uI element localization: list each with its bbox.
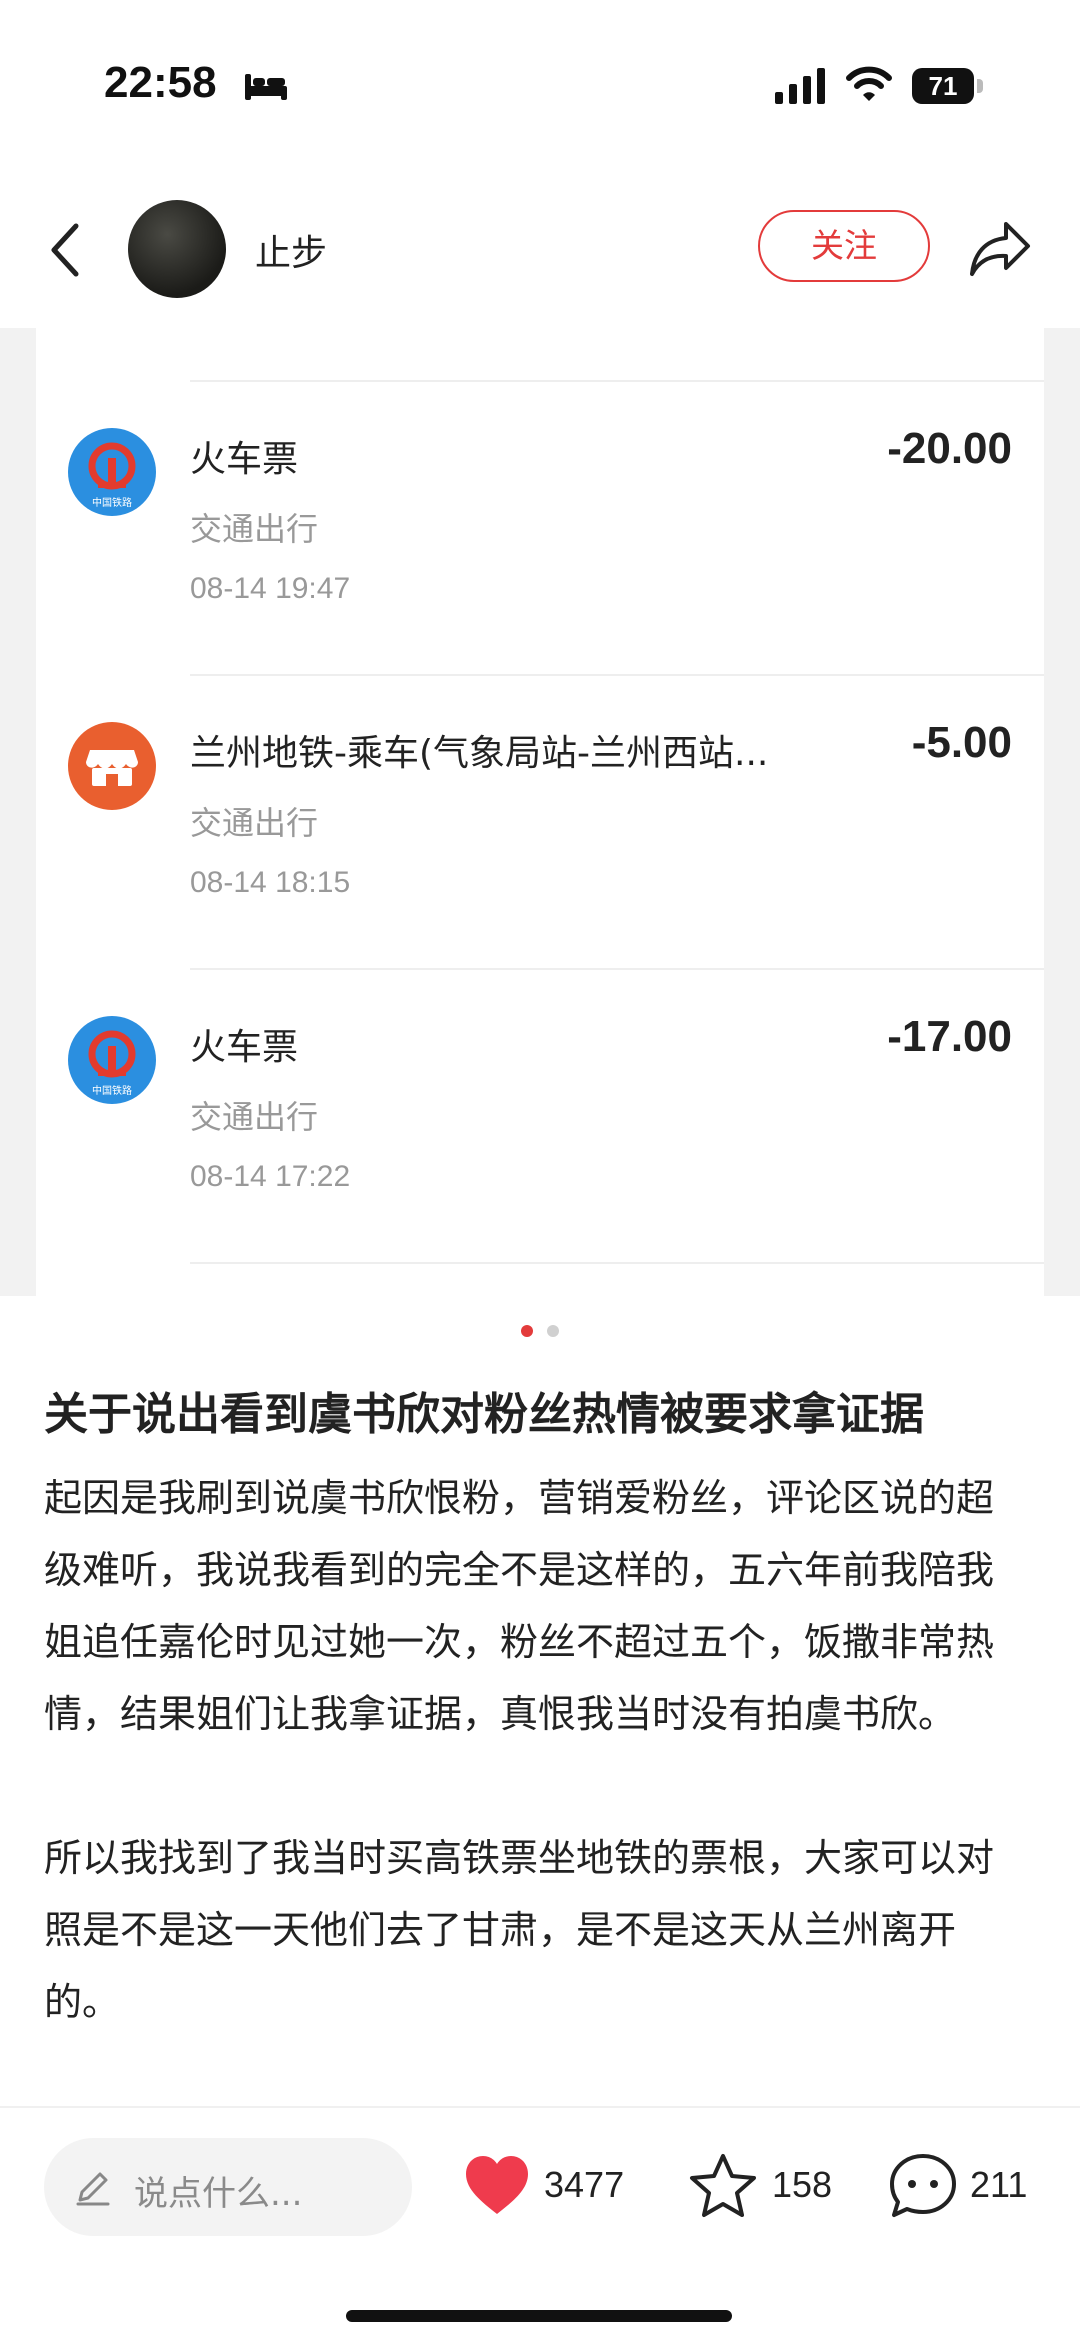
china-railway-icon: 中国铁路: [68, 428, 156, 516]
comment-bubble-icon: [890, 2154, 956, 2217]
transaction-category: 交通出行: [190, 804, 319, 842]
favorite-count: 158: [772, 2164, 833, 2205]
home-indicator[interactable]: [346, 2310, 732, 2322]
share-icon[interactable]: [968, 218, 1032, 278]
transaction-row: 中国铁路 火车票 -17.00 交通出行 08-14 17:22: [36, 968, 1044, 1262]
status-time: 22:58: [104, 58, 217, 107]
railway-logo-text: 中国铁路: [92, 496, 132, 509]
china-railway-icon: 中国铁路: [68, 1016, 156, 1104]
comment-button[interactable]: 211: [888, 2152, 1048, 2222]
post-image[interactable]: 中国铁路 火车票 -20.00 交通出行 08-14 19:47 兰州地铁-乘车…: [0, 328, 1080, 1296]
favorite-button[interactable]: 158: [688, 2152, 848, 2222]
transaction-amount: -5.00: [911, 718, 1012, 767]
pager-dot-active: [521, 1325, 534, 1337]
store-icon: [68, 722, 156, 810]
divider: [190, 1262, 1044, 1264]
cellular-signal-icon: [775, 68, 825, 104]
transaction-row: 兰州地铁-乘车(气象局站-兰州西站... -5.00 交通出行 08-14 18…: [36, 674, 1044, 968]
post-title: 关于说出看到虞书欣对粉丝热情被要求拿证据: [44, 1389, 924, 1440]
wifi-icon: [846, 66, 892, 101]
transaction-time: 08-14 19:47: [190, 572, 351, 605]
battery-tip: [977, 79, 983, 93]
post-body: 起因是我刷到说虞书欣恨粉，营销爱粉丝，评论区说的超级难听，我说我看到的完全不是这…: [44, 1462, 1024, 2038]
post-header: 止步 关注: [0, 190, 1080, 310]
sleep-focus-icon: [245, 74, 287, 100]
transaction-amount: -17.00: [887, 1012, 1012, 1061]
transaction-title: 火车票: [190, 439, 299, 480]
railway-logo-text: 中国铁路: [92, 1084, 132, 1097]
image-pager: [0, 1322, 1080, 1338]
follow-button[interactable]: 关注: [758, 210, 930, 282]
transaction-list: 中国铁路 火车票 -20.00 交通出行 08-14 19:47 兰州地铁-乘车…: [36, 328, 1044, 1296]
pencil-icon: [76, 2172, 110, 2206]
transaction-category: 交通出行: [190, 510, 319, 548]
author-name[interactable]: 止步: [255, 224, 327, 276]
comment-placeholder: 说点什么...: [134, 2174, 303, 2214]
post-paragraph: 起因是我刷到说虞书欣恨粉，营销爱粉丝，评论区说的超级难听，我说我看到的完全不是这…: [44, 1476, 995, 1736]
transaction-time: 08-14 18:15: [190, 866, 351, 899]
status-bar: 22:58 71: [0, 0, 1080, 140]
transaction-amount: -20.00: [887, 424, 1012, 473]
like-button[interactable]: 3477: [462, 2152, 642, 2222]
post-paragraph: 所以我找到了我当时买高铁票坐地铁的票根，大家可以对照是不是这一天他们去了甘肃，是…: [44, 1836, 995, 2024]
heart-icon: [466, 2156, 528, 2214]
star-icon: [690, 2154, 756, 2217]
transaction-row: 中国铁路 火车票 -20.00 交通出行 08-14 19:47: [36, 380, 1044, 674]
transaction-title: 火车票: [190, 1027, 299, 1068]
back-arrow-icon[interactable]: [46, 220, 86, 280]
comment-count: 211: [970, 2164, 1028, 2205]
transaction-time: 08-14 17:22: [190, 1160, 351, 1193]
pager-dot: [546, 1325, 559, 1337]
transaction-category: 交通出行: [190, 1098, 319, 1136]
comment-input[interactable]: 说点什么...: [44, 2138, 412, 2236]
author-avatar[interactable]: [128, 200, 226, 298]
battery-level: 71: [928, 71, 958, 101]
transaction-title: 兰州地铁-乘车(气象局站-兰州西站...: [190, 733, 769, 774]
like-count: 3477: [544, 2164, 625, 2205]
